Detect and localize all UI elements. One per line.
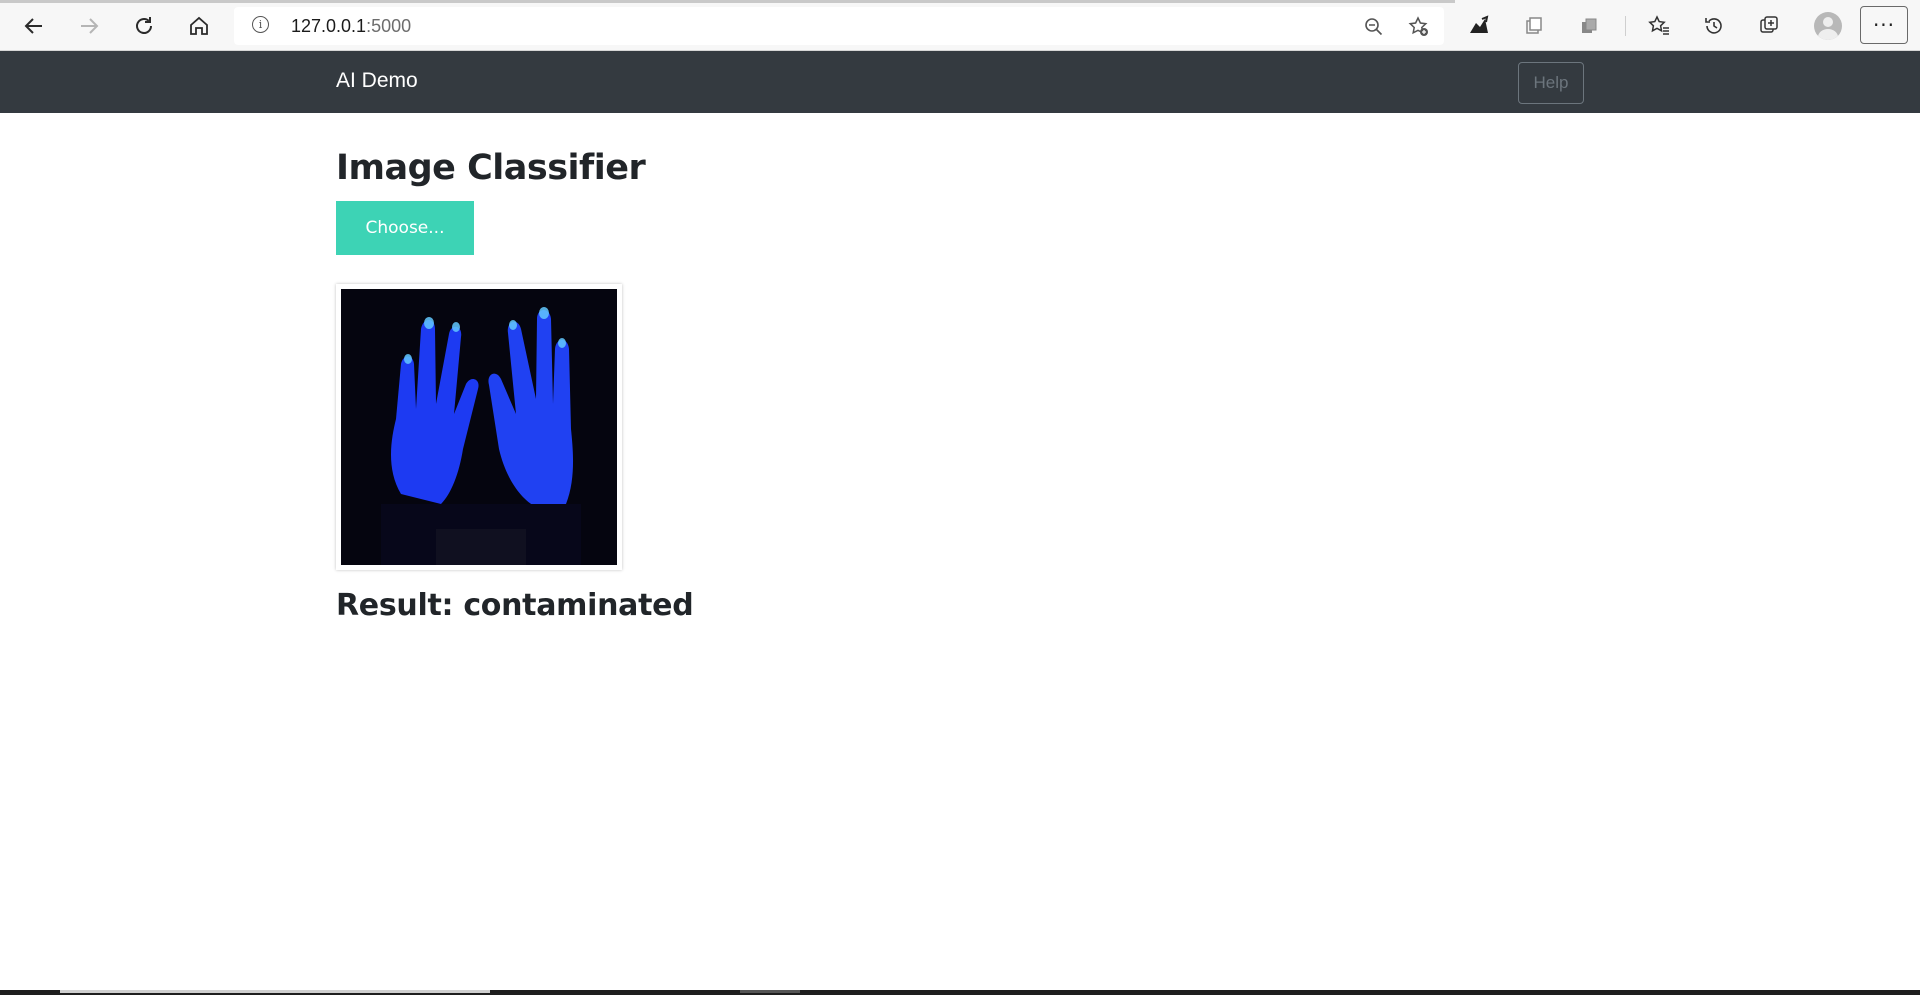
copy-icon[interactable] <box>1571 8 1607 44</box>
add-collection-icon[interactable] <box>1751 8 1787 44</box>
history-icon[interactable] <box>1696 8 1732 44</box>
classification-result: Result: contaminated <box>336 588 694 623</box>
more-menu-button[interactable]: ··· <box>1860 6 1908 44</box>
refresh-icon[interactable] <box>126 8 162 44</box>
address-bar[interactable]: i 127.0.0.1:5000 <box>234 7 1444 45</box>
extension-icon[interactable] <box>1461 8 1497 44</box>
forward-icon[interactable] <box>71 8 107 44</box>
image-preview-frame <box>336 284 622 570</box>
browser-toolbar: i 127.0.0.1:5000 ··· <box>0 0 1920 51</box>
favorites-icon[interactable] <box>1641 8 1677 44</box>
url-text[interactable]: 127.0.0.1:5000 <box>291 16 411 37</box>
taskbar-segment <box>740 990 800 993</box>
choose-file-button[interactable]: Choose... <box>336 201 474 255</box>
app-navbar: AI Demo Help <box>0 51 1920 113</box>
taskbar-segment <box>60 990 490 993</box>
tab-loading-line <box>0 0 1455 3</box>
zoom-out-icon[interactable] <box>1360 13 1388 41</box>
uploaded-hands-image <box>341 289 617 565</box>
page-title: Image Classifier <box>336 148 646 188</box>
back-icon[interactable] <box>16 8 52 44</box>
profile-avatar-icon[interactable] <box>1814 12 1842 40</box>
help-button[interactable]: Help <box>1518 62 1584 104</box>
taskbar-strip <box>0 990 1920 995</box>
home-icon[interactable] <box>181 8 217 44</box>
navbar-brand[interactable]: AI Demo <box>336 69 418 93</box>
info-icon[interactable]: i <box>252 16 269 33</box>
collections-icon[interactable] <box>1516 8 1552 44</box>
toolbar-separator <box>1625 16 1626 36</box>
add-favorite-icon[interactable] <box>1405 13 1433 41</box>
